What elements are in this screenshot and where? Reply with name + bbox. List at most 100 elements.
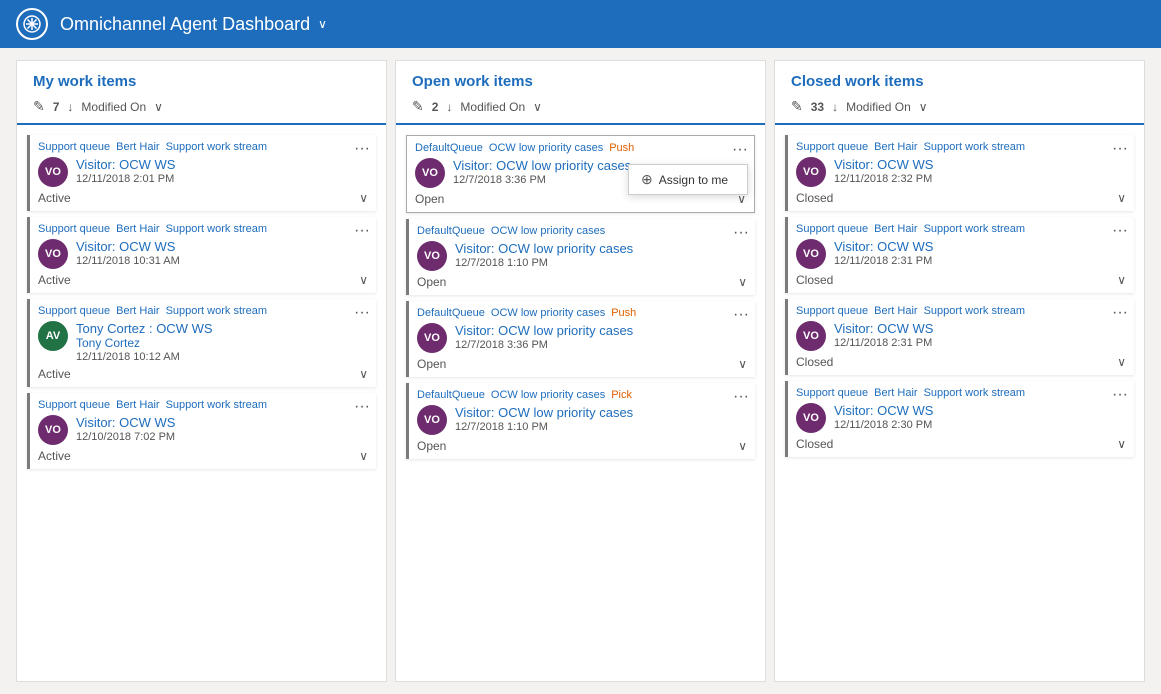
card-more-button-mw2[interactable]: ···	[354, 223, 370, 239]
card-more-button-mw3[interactable]: ···	[354, 305, 370, 321]
status-chevron-icon[interactable]: ∨	[738, 275, 747, 289]
tag-cw1-2[interactable]: Support work stream	[924, 141, 1025, 153]
tag-cw4-0[interactable]: Support queue	[796, 387, 868, 399]
tag-cw1-1[interactable]: Bert Hair	[874, 141, 917, 153]
edit-icon[interactable]: ✎	[33, 98, 45, 115]
assign-to-me-button[interactable]: ⊕Assign to me	[629, 165, 747, 194]
card-info-cw3: Visitor: OCW WS12/11/2018 2:31 PM	[834, 321, 933, 349]
status-chevron-icon[interactable]: ∨	[359, 449, 368, 463]
card-name-ow3[interactable]: Visitor: OCW low priority cases	[455, 323, 633, 338]
card-name-cw4[interactable]: Visitor: OCW WS	[834, 403, 933, 418]
tag-mw2-2[interactable]: Support work stream	[166, 223, 267, 235]
avatar-cw1: VO	[796, 157, 826, 187]
tag-cw3-0[interactable]: Support queue	[796, 305, 868, 317]
tag-ow2-0[interactable]: DefaultQueue	[417, 225, 485, 237]
card-name-mw3[interactable]: Tony Cortez : OCW WS	[76, 321, 213, 336]
card-name-ow2[interactable]: Visitor: OCW low priority cases	[455, 241, 633, 256]
card-tags-ow2: DefaultQueue OCW low priority cases	[417, 225, 747, 237]
tag-mw1-2[interactable]: Support work stream	[166, 141, 267, 153]
tag-ow2-1[interactable]: OCW low priority cases	[491, 225, 605, 237]
avatar-cw4: VO	[796, 403, 826, 433]
card-name-mw2[interactable]: Visitor: OCW WS	[76, 239, 180, 254]
sort-button-open-work[interactable]: Modified On	[460, 100, 525, 114]
card-status-ow3: Open	[417, 357, 446, 371]
card-more-button-cw2[interactable]: ···	[1112, 223, 1128, 239]
tag-mw2-0[interactable]: Support queue	[38, 223, 110, 235]
sort-desc-icon[interactable]: ↓	[446, 100, 452, 114]
card-name-cw2[interactable]: Visitor: OCW WS	[834, 239, 933, 254]
tag-cw3-1[interactable]: Bert Hair	[874, 305, 917, 317]
tag-ow4-2[interactable]: Pick	[611, 389, 632, 401]
tag-ow4-1[interactable]: OCW low priority cases	[491, 389, 605, 401]
card-more-button-cw4[interactable]: ···	[1112, 387, 1128, 403]
card-name-ow1[interactable]: Visitor: OCW low priority cases	[453, 158, 631, 173]
card-more-button-mw1[interactable]: ···	[354, 141, 370, 157]
status-chevron-icon[interactable]: ∨	[1117, 191, 1126, 205]
card-name-mw1[interactable]: Visitor: OCW WS	[76, 157, 175, 172]
sort-button-my-work[interactable]: Modified On	[81, 100, 146, 114]
status-chevron-icon[interactable]: ∨	[359, 273, 368, 287]
card-name-mw4[interactable]: Visitor: OCW WS	[76, 415, 175, 430]
sort-desc-icon[interactable]: ↓	[67, 100, 73, 114]
status-chevron-icon[interactable]: ∨	[1117, 273, 1126, 287]
card-subname-mw3[interactable]: Tony Cortez	[76, 336, 213, 350]
card-main-mw2: VOVisitor: OCW WS12/11/2018 10:31 AM	[38, 239, 368, 269]
tag-mw4-0[interactable]: Support queue	[38, 399, 110, 411]
edit-icon[interactable]: ✎	[791, 98, 803, 115]
tag-cw3-2[interactable]: Support work stream	[924, 305, 1025, 317]
card-name-cw1[interactable]: Visitor: OCW WS	[834, 157, 933, 172]
tag-mw1-1[interactable]: Bert Hair	[116, 141, 159, 153]
card-more-button-ow4[interactable]: ···	[733, 389, 749, 405]
tag-ow3-1[interactable]: OCW low priority cases	[491, 307, 605, 319]
tag-mw3-2[interactable]: Support work stream	[166, 305, 267, 317]
card-more-button-mw4[interactable]: ···	[354, 399, 370, 415]
tag-cw1-0[interactable]: Support queue	[796, 141, 868, 153]
status-chevron-icon[interactable]: ∨	[1117, 437, 1126, 451]
status-chevron-icon[interactable]: ∨	[738, 439, 747, 453]
status-chevron-icon[interactable]: ∨	[359, 367, 368, 381]
card-status-cw2: Closed	[796, 273, 833, 287]
card-more-button-ow2[interactable]: ···	[733, 225, 749, 241]
tag-cw2-0[interactable]: Support queue	[796, 223, 868, 235]
card-more-button-ow1[interactable]: ···	[732, 142, 748, 158]
card-main-cw2: VOVisitor: OCW WS12/11/2018 2:31 PM	[796, 239, 1126, 269]
card-more-button-ow3[interactable]: ···	[733, 307, 749, 323]
card-main-cw1: VO Visitor: OCW WS12/11/2018 2:32 PM	[796, 157, 1126, 187]
tag-cw4-1[interactable]: Bert Hair	[874, 387, 917, 399]
status-chevron-icon[interactable]: ∨	[359, 191, 368, 205]
tag-mw4-2[interactable]: Support work stream	[166, 399, 267, 411]
card-ow3: DefaultQueue OCW low priority cases Push ··…	[406, 301, 755, 377]
tag-mw4-1[interactable]: Bert Hair	[116, 399, 159, 411]
card-more-button-cw1[interactable]: ···	[1112, 141, 1128, 157]
sort-button-closed-work[interactable]: Modified On	[846, 100, 911, 114]
card-name-cw3[interactable]: Visitor: OCW WS	[834, 321, 933, 336]
tag-ow1-0[interactable]: DefaultQueue	[415, 142, 483, 154]
tag-ow4-0[interactable]: DefaultQueue	[417, 389, 485, 401]
tag-cw4-2[interactable]: Support work stream	[924, 387, 1025, 399]
edit-icon[interactable]: ✎	[412, 98, 424, 115]
sort-chevron-icon[interactable]: ∨	[533, 100, 542, 114]
card-status-row-cw1: Closed∨	[796, 191, 1126, 205]
sort-desc-icon[interactable]: ↓	[832, 100, 838, 114]
card-info-cw1: Visitor: OCW WS12/11/2018 2:32 PM	[834, 157, 933, 185]
tag-mw1-0[interactable]: Support queue	[38, 141, 110, 153]
tag-ow3-2[interactable]: Push	[611, 307, 636, 319]
status-chevron-icon[interactable]: ∨	[1117, 355, 1126, 369]
tag-ow1-1[interactable]: OCW low priority cases	[489, 142, 603, 154]
sort-chevron-icon[interactable]: ∨	[919, 100, 928, 114]
card-name-ow4[interactable]: Visitor: OCW low priority cases	[455, 405, 633, 420]
tag-mw3-1[interactable]: Bert Hair	[116, 305, 159, 317]
card-ow1: DefaultQueue OCW low priority cases Push ··…	[406, 135, 755, 213]
tag-ow3-0[interactable]: DefaultQueue	[417, 307, 485, 319]
tag-cw2-2[interactable]: Support work stream	[924, 223, 1025, 235]
sort-chevron-icon[interactable]: ∨	[154, 100, 163, 114]
tag-ow1-2[interactable]: Push	[609, 142, 634, 154]
tag-mw2-1[interactable]: Bert Hair	[116, 223, 159, 235]
status-chevron-icon[interactable]: ∨	[738, 357, 747, 371]
card-status-row-mw3: Active ∨	[38, 367, 368, 381]
card-more-button-cw3[interactable]: ···	[1112, 305, 1128, 321]
title-chevron-icon[interactable]: ∨	[318, 17, 327, 31]
tag-cw2-1[interactable]: Bert Hair	[874, 223, 917, 235]
tag-mw3-0[interactable]: Support queue	[38, 305, 110, 317]
card-status-mw3: Active	[38, 367, 71, 381]
